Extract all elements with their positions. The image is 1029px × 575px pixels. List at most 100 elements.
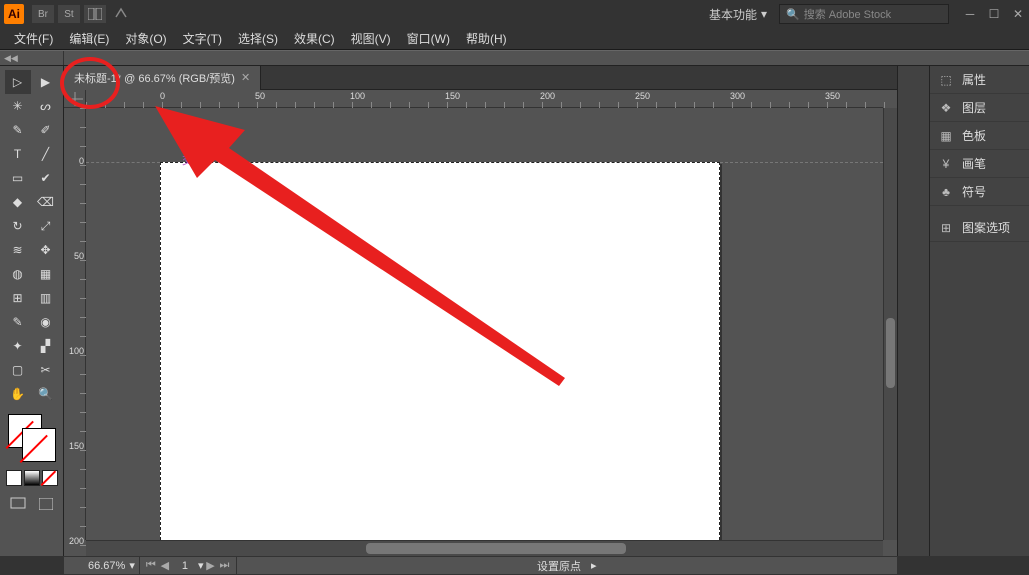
panel-label: 色板 (962, 127, 986, 144)
menu-view[interactable]: 视图(V) (343, 28, 399, 49)
menu-window[interactable]: 窗口(W) (399, 28, 458, 49)
document-tab[interactable]: 未标题-1* @ 66.67% (RGB/预览) ✕ (64, 66, 261, 90)
zoom-value: 66.67% (88, 560, 125, 572)
panel-symbols[interactable]: ♣ 符号 (930, 178, 1029, 206)
blend-tool[interactable]: ◉ (33, 310, 59, 334)
canvas-area: 未标题-1* @ 66.67% (RGB/预览) ✕ 050100150200 2… (64, 66, 897, 556)
viewport[interactable]: 交叉 (86, 108, 883, 540)
panel-brushes[interactable]: ¥ 画笔 (930, 150, 1029, 178)
menu-file[interactable]: 文件(F) (6, 28, 61, 49)
artboard-index: 1 (172, 560, 198, 572)
cube-icon: ⬚ (938, 72, 954, 88)
scrollbar-thumb[interactable] (886, 318, 895, 388)
arrange-docs-button[interactable] (84, 5, 106, 23)
shape-builder-tool[interactable]: ◍ (5, 262, 31, 286)
stroke-swatch[interactable] (22, 428, 56, 462)
stock-search-input[interactable]: 🔍 搜索 Adobe Stock (779, 4, 949, 24)
menu-select[interactable]: 选择(S) (230, 28, 286, 49)
bridge-button[interactable]: Br (32, 5, 54, 23)
swatches-icon: ▦ (938, 128, 954, 144)
chevron-down-icon: ▾ (761, 7, 767, 21)
next-artboard-button[interactable]: ▶ (204, 559, 218, 573)
panel-swatches[interactable]: ▦ 色板 (930, 122, 1029, 150)
workspace-label: 基本功能 (709, 6, 757, 23)
gpu-performance-icon[interactable] (110, 5, 132, 23)
pen-tool[interactable]: ✎ (5, 118, 31, 142)
slice-tool[interactable]: ✂ (33, 358, 59, 382)
panel-label: 画笔 (962, 155, 986, 172)
prev-artboard-button[interactable]: ◀ (158, 559, 172, 573)
panel-label: 图案选项 (962, 219, 1010, 236)
close-button[interactable]: ✕ (1011, 7, 1025, 21)
ruler-tick: 250 (635, 91, 650, 101)
free-transform-tool[interactable]: ✥ (33, 238, 59, 262)
screen-mode-button[interactable] (5, 492, 31, 516)
rectangle-tool[interactable]: ▭ (5, 166, 31, 190)
last-artboard-button[interactable]: ⏭ (218, 559, 232, 573)
document-tab-title: 未标题-1* @ 66.67% (RGB/预览) (74, 70, 235, 86)
shaper-tool[interactable]: ◆ (5, 190, 31, 214)
status-info[interactable]: 设置原点 ▸ (236, 557, 898, 575)
scrollbar-horizontal[interactable] (86, 540, 883, 556)
collapse-icon[interactable]: ◀◀ (4, 53, 18, 64)
zoom-tool[interactable]: 🔍 (33, 382, 59, 406)
first-artboard-button[interactable]: ⏮ (144, 559, 158, 573)
perspective-tool[interactable]: ▦ (33, 262, 59, 286)
none-mode-swatch[interactable] (42, 470, 58, 486)
minimize-button[interactable]: ─ (963, 7, 977, 21)
brush-tool[interactable]: ✔ (33, 166, 59, 190)
status-menu-icon[interactable]: ▸ (591, 559, 597, 572)
panel-layers[interactable]: ❖ 图层 (930, 94, 1029, 122)
hand-tool[interactable]: ✋ (5, 382, 31, 406)
ruler-vertical[interactable]: 050100150200 (64, 108, 86, 540)
width-tool[interactable]: ≋ (5, 238, 31, 262)
lasso-tool[interactable]: ᔕ (33, 94, 59, 118)
ruler-tick: 150 (445, 91, 460, 101)
panel-properties[interactable]: ⬚ 属性 (930, 66, 1029, 94)
scrollbar-thumb[interactable] (366, 543, 626, 554)
panel-label: 图层 (962, 99, 986, 116)
menu-effect[interactable]: 效果(C) (286, 28, 343, 49)
maximize-button[interactable]: ☐ (987, 7, 1001, 21)
line-tool[interactable]: ╱ (33, 142, 59, 166)
artboard[interactable] (160, 162, 720, 540)
mesh-tool[interactable]: ⊞ (5, 286, 31, 310)
ruler-origin-corner[interactable] (64, 90, 86, 108)
type-tool[interactable]: T (5, 142, 31, 166)
color-mode-swatch[interactable] (6, 470, 22, 486)
workspace-switcher[interactable]: 基本功能 ▾ (709, 6, 767, 23)
menu-type[interactable]: 文字(T) (175, 28, 230, 49)
symbol-sprayer-tool[interactable]: ✦ (5, 334, 31, 358)
change-screen-mode-button[interactable] (33, 492, 59, 516)
fill-stroke-indicator[interactable] (8, 414, 56, 462)
stock-search-placeholder: 搜索 Adobe Stock (804, 6, 891, 22)
panel-dock-strip[interactable] (897, 66, 929, 556)
ruler-horizontal[interactable]: 050100150200250300350 (86, 90, 883, 108)
eyedropper-tool[interactable]: ✎ (5, 310, 31, 334)
selection-tool[interactable]: ▷ (5, 70, 31, 94)
gradient-tool[interactable]: ▥ (33, 286, 59, 310)
status-info-label: 设置原点 (537, 558, 581, 574)
ruler-tick: 0 (160, 91, 165, 101)
menu-object[interactable]: 对象(O) (117, 28, 174, 49)
artboard-navigator[interactable]: ⏮ ◀ 1 ▾ ▶ ⏭ (139, 557, 236, 575)
search-icon: 🔍 (786, 8, 800, 21)
stock-button[interactable]: St (58, 5, 80, 23)
graph-tool[interactable]: ▞ (33, 334, 59, 358)
zoom-level[interactable]: 66.67% ▾ (84, 557, 139, 575)
panel-pattern-options[interactable]: ⊞ 图案选项 (930, 214, 1029, 242)
menu-help[interactable]: 帮助(H) (458, 28, 515, 49)
curvature-tool[interactable]: ✐ (33, 118, 59, 142)
scrollbar-vertical[interactable] (883, 108, 897, 540)
guide-line (86, 162, 160, 163)
eraser-tool[interactable]: ⌫ (33, 190, 59, 214)
gradient-mode-swatch[interactable] (24, 470, 40, 486)
close-tab-icon[interactable]: ✕ (241, 71, 250, 84)
magic-wand-tool[interactable]: ✳ (5, 94, 31, 118)
direct-selection-tool[interactable]: ▶ (33, 70, 59, 94)
scale-tool[interactable]: ⤢ (33, 214, 59, 238)
app-icon: Ai (4, 4, 24, 24)
menu-edit[interactable]: 编辑(E) (61, 28, 117, 49)
rotate-tool[interactable]: ↻ (5, 214, 31, 238)
artboard-tool[interactable]: ▢ (5, 358, 31, 382)
